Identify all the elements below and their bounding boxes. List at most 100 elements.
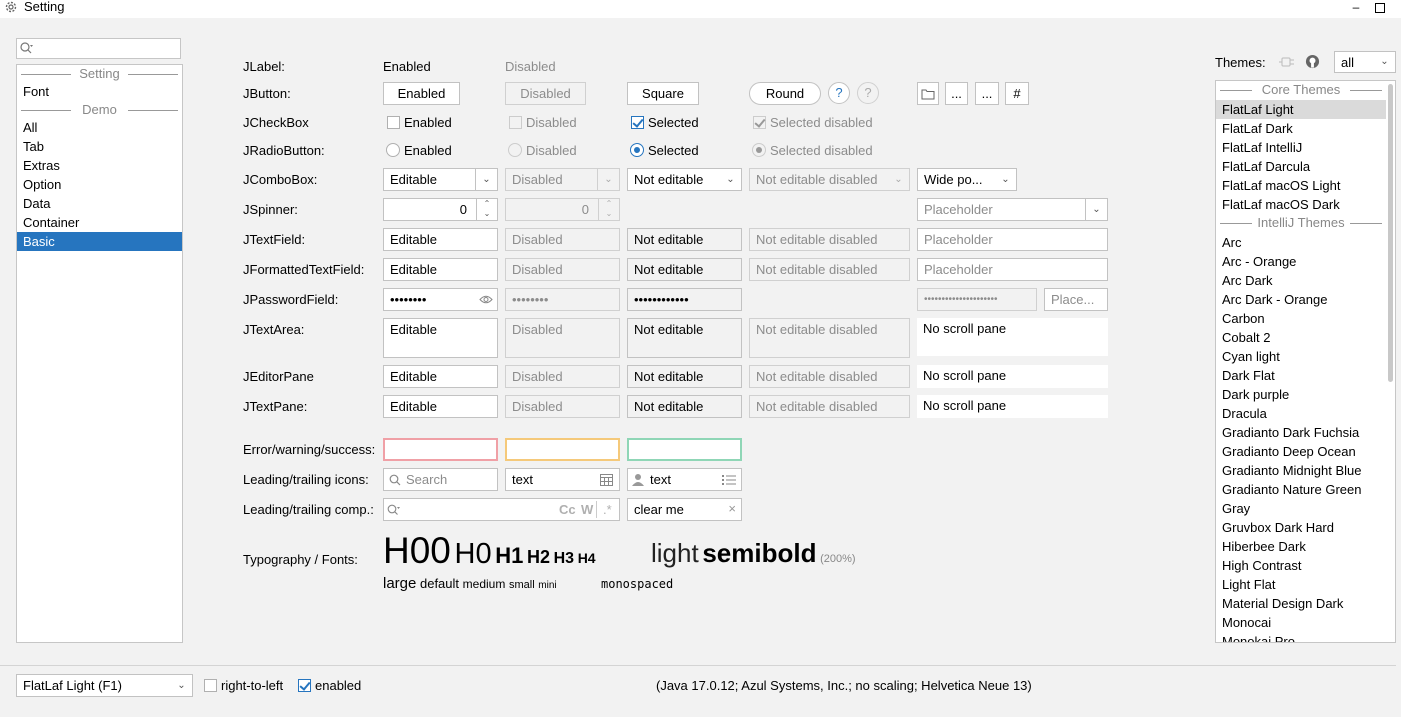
maximize-button[interactable] (1372, 0, 1388, 16)
theme-item[interactable]: FlatLaf Light (1216, 100, 1386, 119)
enabled-button[interactable]: Enabled (383, 82, 460, 105)
date-text-field[interactable]: text (505, 468, 620, 491)
checkbox-disabled[interactable] (509, 116, 522, 129)
editorpane-editable[interactable]: Editable (383, 365, 498, 388)
ellipsis-button[interactable]: ... (945, 82, 968, 105)
radio-enabled[interactable] (386, 143, 400, 157)
sidebar-item-extras[interactable]: Extras (17, 156, 182, 175)
hash-button[interactable]: # (1005, 82, 1029, 105)
textpane-no-scroll[interactable]: No scroll pane (917, 395, 1108, 418)
theme-item[interactable]: Gradianto Deep Ocean (1216, 442, 1386, 461)
textpane-not-editable[interactable]: Not editable (627, 395, 742, 418)
combo-disabled[interactable]: Disabled ⌄ (505, 168, 620, 191)
ellipsis-button-2[interactable]: ... (975, 82, 999, 105)
combo-not-editable-disabled[interactable]: Not editable disabled ⌄ (749, 168, 910, 191)
help-button-disabled[interactable]: ? (857, 82, 879, 104)
search-input[interactable] (16, 38, 181, 59)
editorpane-not-editable-disabled[interactable]: Not editable disabled (749, 365, 910, 388)
disabled-button[interactable]: Disabled (505, 82, 586, 105)
chevron-down-icon[interactable]: ⌄ (475, 169, 497, 190)
combo-not-editable[interactable]: Not editable ⌄ (627, 168, 742, 191)
theme-item[interactable]: FlatLaf macOS Dark (1216, 195, 1386, 214)
formatted-not-editable-disabled[interactable]: Not editable disabled (749, 258, 910, 281)
round-button[interactable]: Round (749, 82, 821, 105)
folder-button[interactable] (917, 82, 939, 105)
editorpane-disabled[interactable]: Disabled (505, 365, 620, 388)
eye-icon[interactable] (479, 294, 493, 305)
themes-scrollbar[interactable] (1388, 84, 1393, 382)
theme-item[interactable]: FlatLaf Dark (1216, 119, 1386, 138)
textarea-not-editable[interactable]: Not editable (627, 318, 742, 358)
regex-toggle[interactable]: .* (603, 502, 612, 517)
close-icon[interactable]: × (728, 501, 736, 516)
search-options-field[interactable]: Cc W .* (383, 498, 620, 521)
formatted-disabled[interactable]: Disabled (505, 258, 620, 281)
match-case-toggle[interactable]: Cc (559, 502, 576, 517)
textfield-not-editable-disabled[interactable]: Not editable disabled (749, 228, 910, 251)
plugin-icon[interactable] (1279, 55, 1295, 69)
textfield-not-editable[interactable]: Not editable (627, 228, 742, 251)
spinner-disabled[interactable]: 0 ⌃ ⌄ (505, 198, 620, 221)
theme-item[interactable]: Arc (1216, 233, 1386, 252)
search-field[interactable]: Search (383, 468, 498, 491)
radio-selected-disabled[interactable] (752, 143, 766, 157)
enabled-checkbox[interactable] (298, 679, 311, 692)
spinner-enabled[interactable]: 0 ⌃ ⌄ (383, 198, 498, 221)
sidebar-item-data[interactable]: Data (17, 194, 182, 213)
square-button[interactable]: Square (627, 82, 699, 105)
theme-item[interactable]: FlatLaf macOS Light (1216, 176, 1386, 195)
textarea-no-scroll[interactable]: No scroll pane (917, 318, 1108, 356)
sidebar-item-container[interactable]: Container (17, 213, 182, 232)
theme-item[interactable]: FlatLaf IntelliJ (1216, 138, 1386, 157)
checkbox-enabled[interactable] (387, 116, 400, 129)
textfield-editable[interactable]: Editable (383, 228, 498, 251)
sidebar-item-tab[interactable]: Tab (17, 137, 182, 156)
formatted-editable[interactable]: Editable (383, 258, 498, 281)
theme-item[interactable]: Gradianto Midnight Blue (1216, 461, 1386, 480)
theme-item[interactable]: Monocai (1216, 613, 1386, 632)
spinner-arrows[interactable]: ⌃ ⌄ (476, 199, 497, 220)
theme-filter-select[interactable]: all ⌄ (1334, 51, 1396, 73)
theme-item[interactable]: Gruvbox Dark Hard (1216, 518, 1386, 537)
calendar-icon[interactable] (600, 474, 613, 486)
help-button[interactable]: ? (828, 82, 850, 104)
theme-item[interactable]: Light Flat (1216, 575, 1386, 594)
sidebar-item-all[interactable]: All (17, 118, 182, 137)
theme-item[interactable]: Cobalt 2 (1216, 328, 1386, 347)
textfield-disabled[interactable]: Disabled (505, 228, 620, 251)
radio-selected[interactable] (630, 143, 644, 157)
password-disabled[interactable]: •••••••• (505, 288, 620, 311)
minimize-button[interactable]: – (1348, 0, 1364, 16)
theme-item[interactable]: Dark purple (1216, 385, 1386, 404)
theme-item[interactable]: Arc - Orange (1216, 252, 1386, 271)
whole-word-toggle[interactable]: W (581, 502, 593, 517)
error-field[interactable] (383, 438, 498, 461)
clear-field[interactable]: clear me × (627, 498, 742, 521)
spinner-combo-placeholder[interactable]: Placeholder ⌄ (917, 198, 1108, 221)
formatted-placeholder[interactable]: Placeholder (917, 258, 1108, 281)
theme-item[interactable]: Material Design Dark (1216, 594, 1386, 613)
theme-item[interactable]: Cyan light (1216, 347, 1386, 366)
theme-item[interactable]: Gray (1216, 499, 1386, 518)
textpane-disabled[interactable]: Disabled (505, 395, 620, 418)
list-icon[interactable] (722, 475, 736, 485)
textarea-disabled[interactable]: Disabled (505, 318, 620, 358)
combo-wide-popup[interactable]: Wide po... ⌄ (917, 168, 1017, 191)
user-text-field[interactable]: text (627, 468, 742, 491)
laf-select[interactable]: FlatLaf Light (F1) ⌄ (16, 674, 193, 697)
warning-field[interactable] (505, 438, 620, 461)
theme-item[interactable]: Gradianto Nature Green (1216, 480, 1386, 499)
theme-item[interactable]: Hiberbee Dark (1216, 537, 1386, 556)
password-placeholder[interactable]: Place... (1044, 288, 1108, 311)
editorpane-not-editable[interactable]: Not editable (627, 365, 742, 388)
radio-disabled[interactable] (508, 143, 522, 157)
textfield-placeholder[interactable]: Placeholder (917, 228, 1108, 251)
password-editable[interactable]: •••••••• (383, 288, 498, 311)
theme-item[interactable]: Carbon (1216, 309, 1386, 328)
theme-item[interactable]: Arc Dark (1216, 271, 1386, 290)
checkbox-selected-disabled[interactable] (753, 116, 766, 129)
rtl-checkbox[interactable] (204, 679, 217, 692)
chevron-down-icon[interactable]: ⌄ (1085, 199, 1107, 220)
theme-item[interactable]: Gradianto Dark Fuchsia (1216, 423, 1386, 442)
password-not-editable[interactable]: •••••••••••• (627, 288, 742, 311)
